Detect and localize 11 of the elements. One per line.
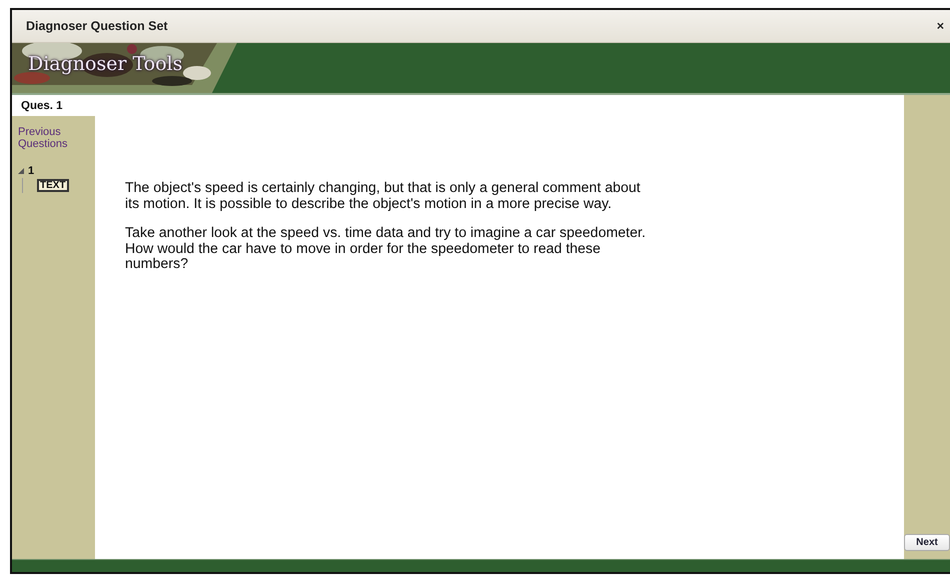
sidebar-heading: Previous Questions (18, 126, 69, 150)
paragraph: Take another look at the speed vs. time data and try to imagine a car speedometer. How would the car have to move in order for the speedometer to read these numbers? (125, 226, 647, 272)
paragraph: The object's speed is certainly changing, but that is only a general comment about its motion. It is possible to describe the object's motion in a more precise way. (125, 181, 642, 212)
tree-item[interactable]: 1 (28, 165, 34, 177)
next-button[interactable]: Next (904, 534, 950, 551)
tree-item[interactable]: TEXT (37, 179, 69, 192)
question-tab[interactable]: Ques. 1 (12, 95, 95, 116)
window-title: Diagnoser Question Set (26, 19, 168, 33)
expanded-icon[interactable] (18, 168, 25, 174)
logo: Diagnoser Tools (28, 53, 182, 75)
close-icon[interactable]: × (936, 19, 944, 33)
